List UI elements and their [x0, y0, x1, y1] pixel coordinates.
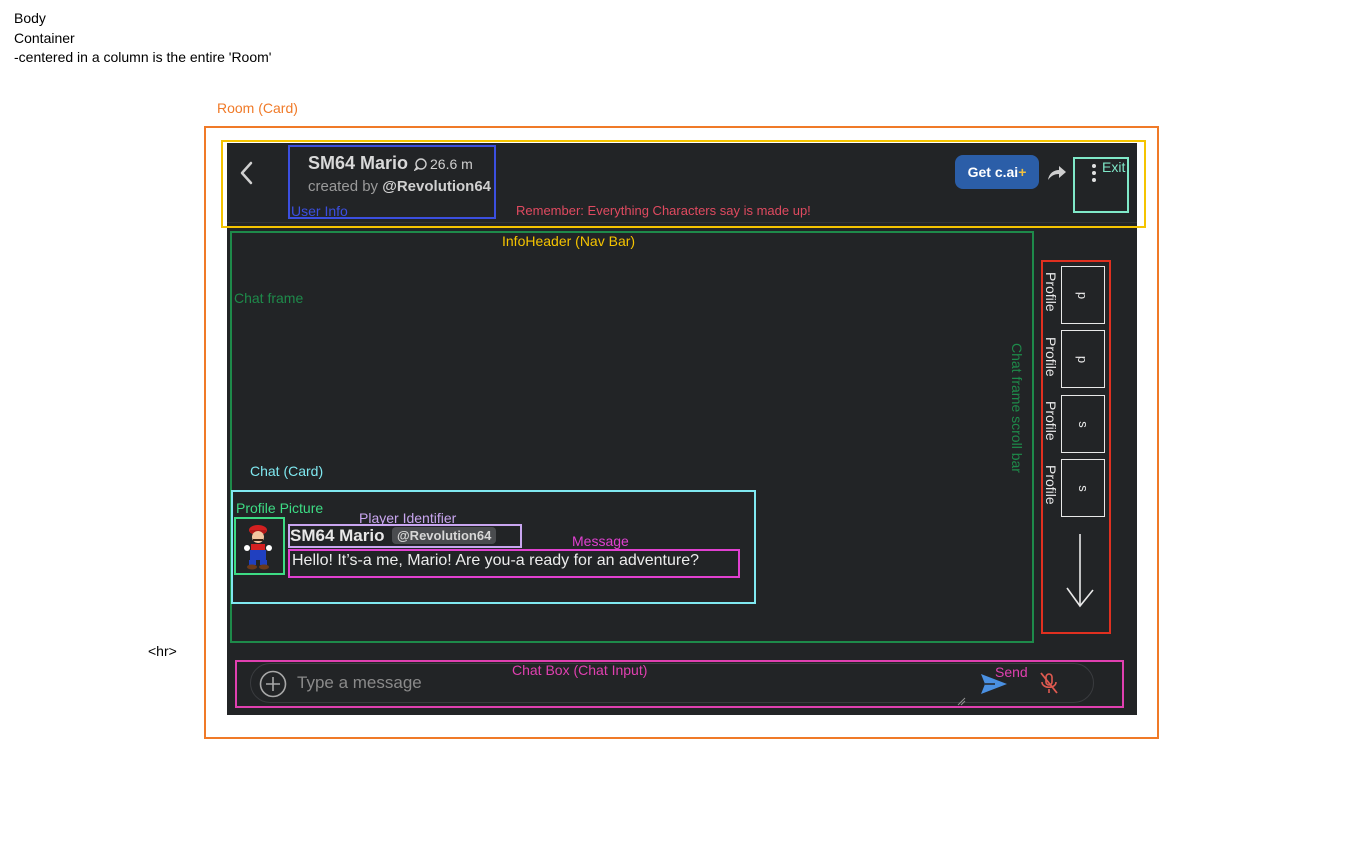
note-container: Container	[14, 30, 75, 46]
profile-label-1: Profile	[1043, 272, 1059, 312]
resize-handle-icon[interactable]	[957, 693, 966, 706]
chat-character-name: SM64 Mario	[290, 526, 385, 545]
more-menu-icon[interactable]	[1090, 162, 1098, 184]
character-handle-tag: @Revolution64	[392, 527, 497, 544]
chat-box-label: Chat Box (Chat Input)	[512, 662, 648, 678]
user-info-label: User Info	[291, 203, 348, 219]
scroll-down-arrow-icon[interactable]	[1064, 532, 1096, 610]
profile-label-4: Profile	[1043, 465, 1059, 505]
add-attachment-icon[interactable]	[259, 670, 287, 698]
profile-letter-1: p	[1075, 291, 1091, 299]
chat-frame-label: Chat frame	[234, 290, 304, 306]
profile-letter-3: s	[1075, 420, 1091, 428]
get-cai-label: Get c.ai	[967, 164, 1019, 180]
created-by-prefix: created by	[308, 178, 379, 195]
chat-frame-scroll-label: Chat frame scroll bar	[1009, 343, 1025, 473]
send-icon[interactable]	[980, 672, 1008, 696]
get-cai-plus: +	[1018, 164, 1027, 180]
reminder-text: Remember: Everything Characters say is m…	[516, 203, 811, 218]
info-header-label: InfoHeader (Nav Bar)	[502, 233, 636, 249]
get-cai-plus-button[interactable]: Get c.ai +	[955, 155, 1039, 189]
chat-count: 26.6 m	[430, 156, 473, 172]
profile-slot-1[interactable]: p	[1061, 266, 1105, 324]
room-label: Room (Card)	[217, 100, 298, 116]
chat-bubble-icon	[412, 158, 427, 172]
back-chevron-icon[interactable]	[236, 158, 258, 188]
profile-label-2: Profile	[1043, 337, 1059, 377]
message-input[interactable]: Type a message	[297, 673, 422, 693]
creator-handle[interactable]: @Revolution64	[382, 178, 491, 195]
share-icon[interactable]	[1046, 163, 1068, 183]
profile-slot-2[interactable]: p	[1061, 330, 1105, 388]
message-label: Message	[572, 533, 629, 549]
chat-message-text: Hello! It’s-a me, Mario! Are you-a ready…	[292, 552, 700, 569]
profile-slot-3[interactable]: s	[1061, 395, 1105, 453]
chat-card-label: Chat (Card)	[250, 463, 324, 479]
mario-avatar[interactable]	[238, 521, 280, 571]
profile-picture-label: Profile Picture	[236, 500, 324, 516]
created-by: created by @Revolution64	[308, 178, 491, 195]
profile-label-3: Profile	[1043, 401, 1059, 441]
microphone-muted-icon[interactable]	[1038, 671, 1060, 695]
profile-slot-4[interactable]: s	[1061, 459, 1105, 517]
note-centered: -centered in a column is the entire 'Roo…	[14, 49, 272, 65]
profile-letter-4: s	[1075, 484, 1091, 492]
exit-label: Exit	[1102, 159, 1126, 175]
profile-letter-2: p	[1075, 355, 1091, 363]
character-title: SM64 Mario	[308, 153, 409, 173]
note-body: Body	[14, 10, 46, 26]
note-hr: <hr>	[148, 643, 177, 659]
